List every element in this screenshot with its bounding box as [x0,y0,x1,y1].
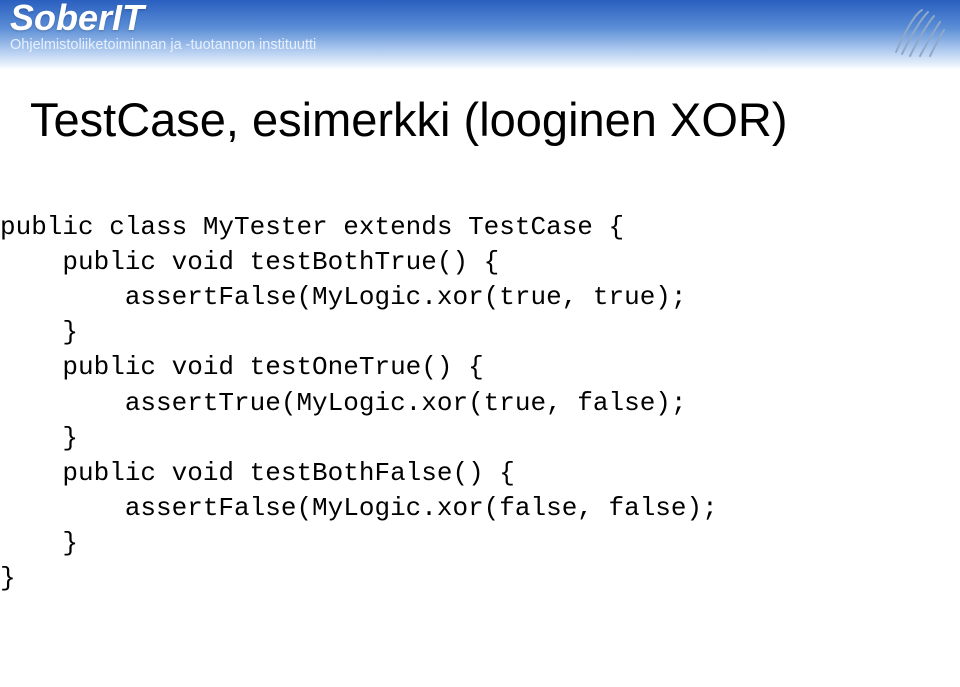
code-line: } [0,528,78,558]
code-line: assertTrue(MyLogic.xor(true, false); [0,388,687,418]
header-text-block: SoberIT Ohjelmistoliiketoiminnan ja -tuo… [10,0,316,53]
brand-subtitle: Ohjelmistoliiketoiminnan ja -tuotannon i… [10,38,316,53]
code-line: assertFalse(MyLogic.xor(false, false); [0,493,718,523]
brand-name: SoberIT [10,0,316,36]
code-line: } [0,423,78,453]
code-line: public void testBothTrue() { [0,247,499,277]
code-line: } [0,563,16,593]
code-line: assertFalse(MyLogic.xor(true, true); [0,282,687,312]
code-line: public class MyTester extends TestCase { [0,212,624,242]
code-line: public void testBothFalse() { [0,458,515,488]
header-banner: SoberIT Ohjelmistoliiketoiminnan ja -tuo… [0,0,960,70]
code-block: public class MyTester extends TestCase {… [0,175,960,596]
code-line: public void testOneTrue() { [0,352,484,382]
slide-title: TestCase, esimerkki (looginen XOR) [30,92,960,147]
logo-icon [892,6,950,63]
code-line: } [0,317,78,347]
